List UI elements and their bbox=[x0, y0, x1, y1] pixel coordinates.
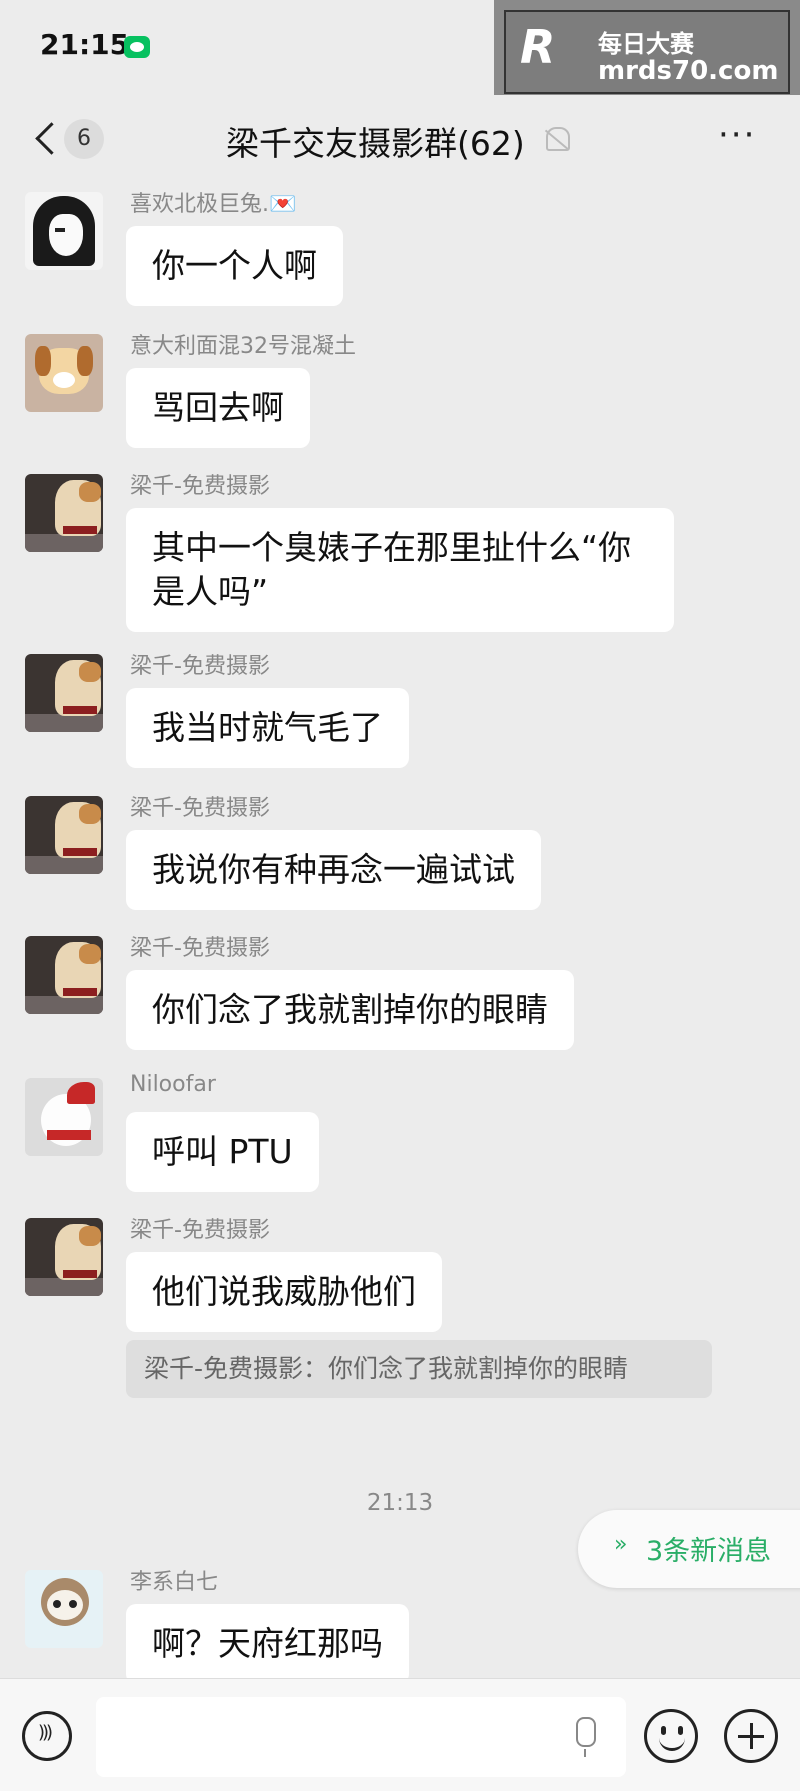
watermark-logo: R bbox=[520, 20, 556, 74]
watermark: R 每日大赛 mrds70.com bbox=[494, 0, 800, 105]
watermark-brand: 每日大赛 bbox=[598, 30, 694, 58]
message-bubble[interactable]: 啊？天府红那吗 bbox=[126, 1604, 409, 1684]
sender-name: 梁千-免费摄影 bbox=[130, 1218, 270, 1243]
mute-bell-icon bbox=[546, 127, 570, 151]
sender-name: 喜欢北极巨兔.💌 bbox=[130, 192, 297, 217]
corgi-avatar[interactable] bbox=[25, 936, 103, 1014]
message-bubble[interactable]: 他们说我威胁他们 bbox=[126, 1252, 442, 1332]
double-chevron-down-icon: » bbox=[614, 1532, 628, 1557]
message-input[interactable] bbox=[96, 1697, 626, 1777]
message-bubble[interactable]: 呼叫 PTU bbox=[126, 1112, 319, 1192]
sender-name: Niloofar bbox=[130, 1072, 216, 1097]
cartoon-avatar[interactable] bbox=[25, 1570, 103, 1648]
sender-name: 梁千-免费摄影 bbox=[130, 796, 270, 821]
chat-nav-bar: 6 梁千交友摄影群(62) ··· bbox=[0, 95, 800, 185]
sender-name: 梁千-免费摄影 bbox=[130, 654, 270, 679]
girl-avatar[interactable] bbox=[25, 192, 103, 270]
quoted-message[interactable]: 梁千-免费摄影：你们念了我就割掉你的眼睛 bbox=[126, 1340, 712, 1398]
status-time: 21:15 bbox=[40, 28, 130, 61]
dog-avatar[interactable] bbox=[25, 334, 103, 412]
new-messages-label: 3条新消息 bbox=[646, 1536, 772, 1567]
unread-badge[interactable]: 6 bbox=[64, 119, 104, 159]
more-options-button[interactable]: ··· bbox=[718, 115, 756, 155]
plus-icon[interactable] bbox=[724, 1709, 778, 1763]
message-bubble[interactable]: 骂回去啊 bbox=[126, 368, 310, 448]
watermark-frame: R 每日大赛 mrds70.com bbox=[504, 10, 790, 94]
input-toolbar bbox=[0, 1678, 800, 1791]
message-bubble[interactable]: 其中一个臭婊子在那里扯什么“你是人吗” bbox=[126, 508, 674, 632]
corgi-avatar[interactable] bbox=[25, 1218, 103, 1296]
wechat-status-icon bbox=[124, 36, 150, 58]
sender-name: 梁千-免费摄影 bbox=[130, 474, 270, 499]
voice-input-icon[interactable] bbox=[22, 1711, 72, 1761]
santa-dog-avatar[interactable] bbox=[25, 1078, 103, 1156]
sender-name: 李系白七 bbox=[130, 1570, 219, 1595]
new-messages-button[interactable]: » 3条新消息 bbox=[578, 1510, 800, 1588]
message-bubble[interactable]: 我说你有种再念一遍试试 bbox=[126, 830, 541, 910]
chat-title[interactable]: 梁千交友摄影群(62) bbox=[226, 117, 525, 165]
message-bubble[interactable]: 我当时就气毛了 bbox=[126, 688, 409, 768]
emoji-icon[interactable] bbox=[644, 1709, 698, 1763]
corgi-avatar[interactable] bbox=[25, 474, 103, 552]
sender-name: 意大利面混32号混凝土 bbox=[130, 334, 356, 359]
message-bubble[interactable]: 你们念了我就割掉你的眼睛 bbox=[126, 970, 574, 1050]
corgi-avatar[interactable] bbox=[25, 654, 103, 732]
corgi-avatar[interactable] bbox=[25, 796, 103, 874]
microphone-icon[interactable] bbox=[576, 1717, 596, 1757]
sender-name: 梁千-免费摄影 bbox=[130, 936, 270, 961]
watermark-site: mrds70.com bbox=[598, 56, 779, 86]
message-bubble[interactable]: 你一个人啊 bbox=[126, 226, 343, 306]
